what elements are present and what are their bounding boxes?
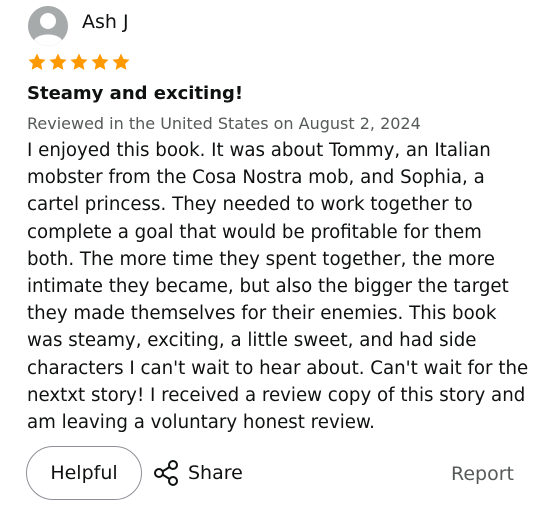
user-silhouette-icon xyxy=(28,6,68,46)
avatar xyxy=(28,6,68,46)
star-icon xyxy=(112,53,130,70)
reviewer-name: Ash J xyxy=(82,11,129,33)
review-body-line: cartel princess. They needed to work tog… xyxy=(27,194,473,216)
helpful-button[interactable]: Helpful xyxy=(26,446,142,500)
review-date: Reviewed in the United States on August … xyxy=(27,114,421,133)
star-icon xyxy=(91,53,109,70)
review-body: I enjoyed this book. It was about Tommy,… xyxy=(27,137,529,436)
reviewer-profile[interactable]: Ash J xyxy=(28,6,129,46)
review-body-line: was steamy, exciting, a little sweet, an… xyxy=(27,330,477,352)
star-icon xyxy=(70,53,88,70)
star-icon xyxy=(28,53,46,70)
review-body-line: they made themselves for their enemies. … xyxy=(27,303,497,325)
star-rating xyxy=(27,52,131,72)
review-body-line: am leaving a voluntary honest review. xyxy=(27,412,375,434)
share-button[interactable]: Share xyxy=(152,458,243,488)
review-body-line: complete a goal that would be profitable… xyxy=(27,221,482,243)
report-link[interactable]: Report xyxy=(451,463,514,485)
review-card: Ash J Steamy and exciting! Reviewed in t… xyxy=(0,0,540,525)
review-body-line: intimate they became, but also the bigge… xyxy=(27,276,509,298)
review-title: Steamy and exciting! xyxy=(27,83,244,104)
review-body-line: I enjoyed this book. It was about Tommy,… xyxy=(27,140,491,161)
review-body-line: nextxt story! I received a review copy o… xyxy=(27,384,526,406)
review-body-line: mobster from the Cosa Nostra mob, and So… xyxy=(27,167,485,189)
review-body-line: characters I can't wait to hear about. C… xyxy=(27,357,529,379)
share-icon xyxy=(154,460,178,486)
review-body-line: both. The more time they spent together,… xyxy=(27,248,495,270)
share-label: Share xyxy=(188,462,243,484)
review-actions: Helpful Share Report xyxy=(0,446,540,502)
star-icon xyxy=(49,53,67,70)
